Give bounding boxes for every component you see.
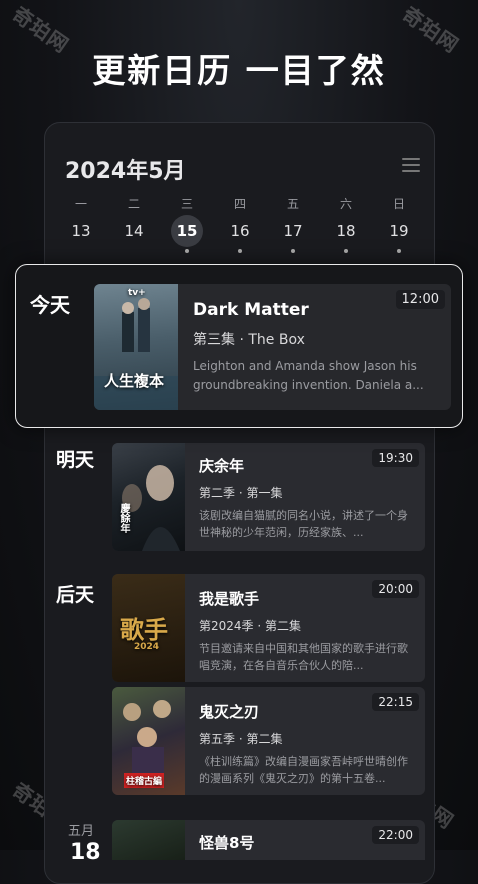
time-chip: 12:00 [395, 290, 445, 309]
episode-label: 第五季 · 第二集 [199, 732, 283, 746]
poster-art [122, 465, 180, 551]
dot-indicator [185, 249, 189, 253]
weekday-label: 一 [74, 197, 87, 211]
date-number-selected[interactable]: 15 [171, 215, 203, 247]
later-date-label: 18 [70, 840, 101, 865]
poster-title-text: 人生複本 [104, 372, 165, 390]
date-number[interactable]: 13 [65, 215, 97, 247]
show-card[interactable]: tv+ 人生複本 Dark Matter 第三集 · The Box Leigh… [94, 284, 451, 410]
time-chip: 22:00 [372, 826, 419, 844]
dot-indicator [344, 249, 348, 253]
date-number[interactable]: 18 [330, 215, 362, 247]
weekday-label: 五 [286, 197, 299, 211]
poster-title-text: 歌手 [120, 616, 168, 644]
show-info: 鬼灭之刃 第五季 · 第二集 《柱训练篇》改编自漫画家吾峠呼世晴创作的漫画系列《… [199, 701, 415, 787]
poster-sub-text: 2024 [134, 642, 160, 652]
show-info: Dark Matter 第三集 · The Box Leighton and A… [193, 300, 445, 395]
date-number[interactable]: 19 [383, 215, 415, 247]
date-number[interactable]: 17 [277, 215, 309, 247]
week-strip: 一 13 二 14 三 15 四 16 五 17 六 18 日 19 [65, 195, 415, 253]
poster-image: 柱稽古編 [112, 687, 185, 795]
poster-title-text: 柱稽古編 [124, 773, 165, 788]
poster-image: 慶餘年 [112, 443, 185, 551]
poster-title-text: 慶餘年 [118, 503, 129, 533]
day-cell[interactable]: 二 14 [118, 195, 150, 253]
headline: 更新日历 一目了然 [92, 51, 386, 90]
apple-tv-badge: tv+ [128, 288, 146, 298]
day-cell[interactable]: 三 15 [171, 195, 203, 253]
dot-indicator [238, 249, 242, 253]
weekday-label: 日 [392, 197, 405, 211]
date-number[interactable]: 14 [118, 215, 150, 247]
month-title: 2024年5月 [65, 159, 186, 184]
show-info: 我是歌手 第2024季 · 第二集 节目邀请来自中国和其他国家的歌手进行歌唱竞演… [199, 588, 415, 674]
day-cell[interactable]: 日 19 [383, 195, 415, 253]
show-info: 庆余年 第二季 · 第一集 该剧改编自猫腻的同名小说，讲述了一个身世神秘的少年范… [199, 455, 415, 541]
poster-image [112, 820, 185, 860]
weekday-label: 六 [339, 197, 352, 211]
weekday-label: 三 [180, 197, 193, 211]
later-month-label: 五月 [68, 824, 95, 839]
dot-indicator [397, 249, 401, 253]
poster-image: tv+ 人生複本 [94, 284, 178, 410]
show-description: 节目邀请来自中国和其他国家的歌手进行歌唱竞演，在各自音乐合伙人的陪... [199, 642, 408, 672]
show-card[interactable]: 歌手 2024 我是歌手 第2024季 · 第二集 节目邀请来自中国和其他国家的… [112, 574, 425, 682]
day-cell[interactable]: 一 13 [65, 195, 97, 253]
day-cell[interactable]: 五 17 [277, 195, 309, 253]
day-cell[interactable]: 六 18 [330, 195, 362, 253]
poster-art [94, 298, 178, 410]
show-card[interactable]: 怪兽8号 22:00 [112, 820, 425, 860]
episode-label: 第2024季 · 第二集 [199, 619, 301, 633]
time-chip: 22:15 [372, 693, 419, 711]
show-card[interactable]: 柱稽古編 鬼灭之刃 第五季 · 第二集 《柱训练篇》改编自漫画家吾峠呼世晴创作的… [112, 687, 425, 795]
day-label-tomorrow: 明天 [56, 449, 95, 471]
dot-indicator [291, 249, 295, 253]
menu-icon[interactable] [402, 158, 420, 172]
poster-image: 歌手 2024 [112, 574, 185, 682]
show-description: 《柱训练篇》改编自漫画家吾峠呼世晴创作的漫画系列《鬼灭之刃》的第十五卷... [199, 755, 408, 785]
day-label-day-after: 后天 [56, 584, 95, 606]
day-cell[interactable]: 四 16 [224, 195, 256, 253]
show-card[interactable]: 慶餘年 庆余年 第二季 · 第一集 该剧改编自猫腻的同名小说，讲述了一个身世神秘… [112, 443, 425, 551]
show-description: Leighton and Amanda show Jason his groun… [193, 359, 424, 392]
time-chip: 20:00 [372, 580, 419, 598]
weekday-label: 四 [233, 197, 246, 211]
time-chip: 19:30 [372, 449, 419, 467]
episode-label: 第三集 · The Box [193, 332, 305, 348]
show-description: 该剧改编自猫腻的同名小说，讲述了一个身世神秘的少年范闲，历经家族、... [199, 509, 408, 539]
day-label-today: 今天 [30, 293, 70, 317]
today-card[interactable]: 今天 tv+ 人生複本 Dark Matter 第三集 · The Box Le… [15, 264, 463, 428]
weekday-label: 二 [127, 197, 140, 211]
episode-label: 第二季 · 第一集 [199, 486, 283, 500]
date-number[interactable]: 16 [224, 215, 256, 247]
